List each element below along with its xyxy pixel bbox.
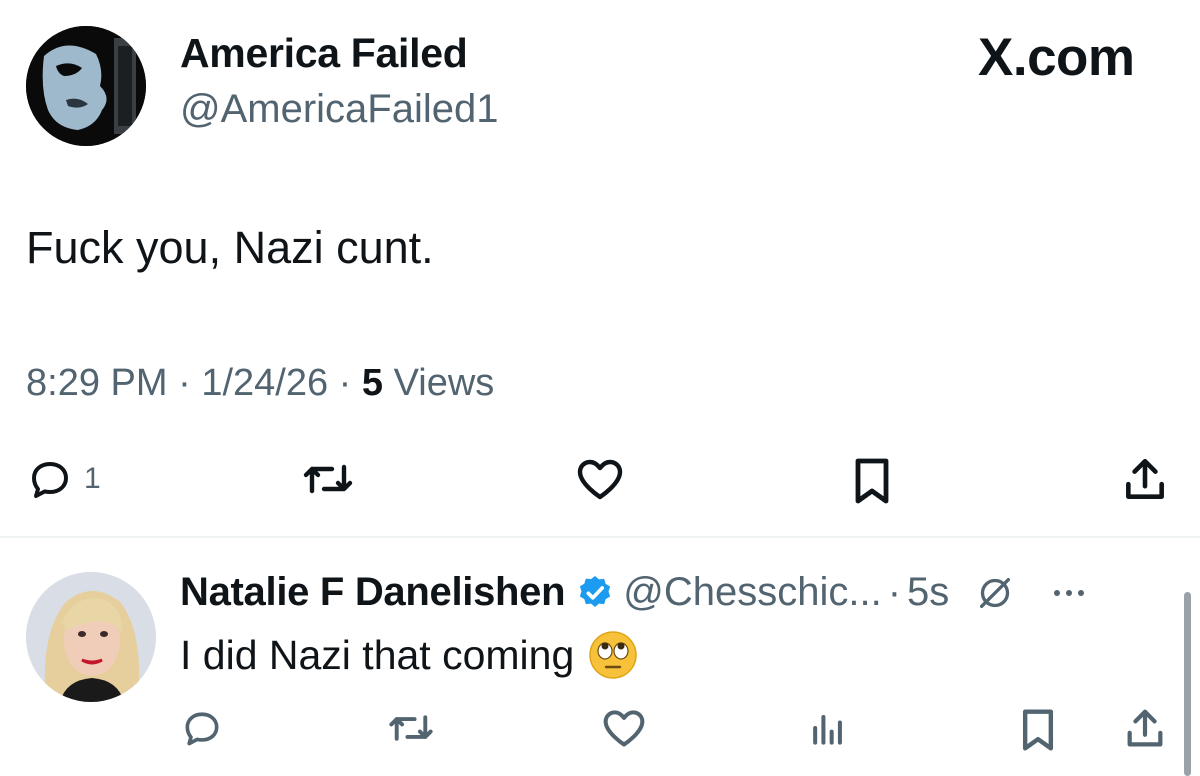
- verified-badge-icon[interactable]: [575, 573, 615, 613]
- reply-retweet-button[interactable]: [386, 706, 436, 750]
- grok-icon[interactable]: [975, 573, 1015, 613]
- bookmark-icon: [848, 455, 896, 507]
- like-icon: [574, 455, 626, 503]
- tweet-date[interactable]: 1/24/26: [201, 362, 328, 404]
- scrollbar[interactable]: [1184, 592, 1191, 776]
- reply-text: I did Nazi that coming: [180, 631, 575, 678]
- retweet-icon: [386, 706, 436, 750]
- share-button[interactable]: [1120, 455, 1170, 505]
- reply-button[interactable]: 1: [26, 455, 101, 503]
- reply-bookmark-button[interactable]: [1016, 706, 1060, 754]
- reply-author-handle[interactable]: @Chesschic...: [623, 570, 881, 615]
- reply-share-button[interactable]: [1122, 706, 1168, 752]
- tweet-text: Fuck you, Nazi cunt.: [26, 222, 434, 273]
- meta-separator: ·: [338, 362, 362, 404]
- reply-author-avatar[interactable]: [26, 572, 156, 702]
- share-icon: [1122, 706, 1168, 752]
- author-name[interactable]: America Failed: [180, 30, 468, 77]
- share-icon: [1120, 455, 1170, 505]
- meta-separator: ·: [887, 570, 902, 614]
- bookmark-button[interactable]: [848, 455, 896, 507]
- reply-author-name[interactable]: Natalie F Danelishen: [180, 570, 566, 615]
- reply-count: 1: [84, 462, 101, 495]
- reply-icon: [26, 455, 74, 503]
- like-button[interactable]: [574, 455, 626, 503]
- divider: [0, 536, 1200, 538]
- reply-reply-button[interactable]: [180, 706, 224, 750]
- more-options-icon[interactable]: [1049, 583, 1089, 603]
- views-icon: [806, 706, 850, 750]
- views-count: 5: [361, 362, 384, 404]
- bookmark-icon: [1016, 706, 1060, 754]
- meta-separator: ·: [178, 362, 202, 404]
- reply-icon: [180, 706, 224, 750]
- reply-text-row: I did Nazi that coming: [180, 630, 638, 680]
- retweet-button[interactable]: [300, 455, 356, 503]
- author-handle[interactable]: @AmericaFailed1: [180, 87, 499, 132]
- reply-like-button[interactable]: [600, 706, 648, 750]
- brand-label: X.com: [978, 28, 1135, 87]
- like-icon: [600, 706, 648, 750]
- reply-header: Natalie F Danelishen @Chesschic... · 5s: [180, 570, 1089, 615]
- reply-time[interactable]: 5s: [907, 570, 949, 615]
- tweet-meta: 8:29 PM · 1/24/26 · 5 Views: [26, 362, 494, 405]
- reply-views-button[interactable]: [806, 706, 850, 750]
- tweet-time[interactable]: 8:29 PM: [26, 362, 168, 404]
- views-label: Views: [393, 362, 495, 404]
- rolling-eyes-emoji-icon: [588, 630, 638, 680]
- author-avatar[interactable]: [26, 26, 146, 146]
- retweet-icon: [300, 455, 356, 503]
